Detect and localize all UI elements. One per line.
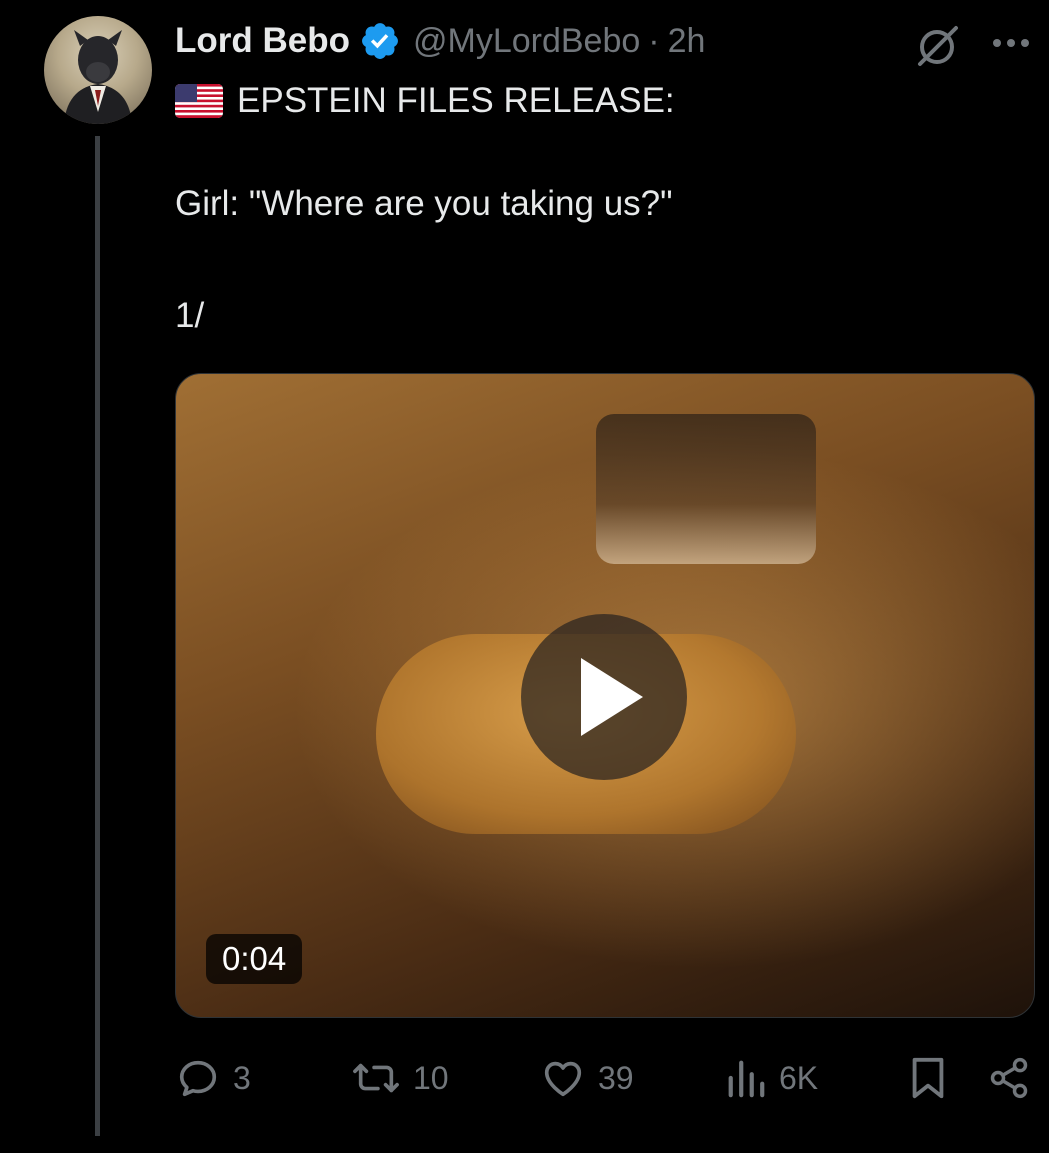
tweet-header: Lord Bebo @MyLordBebo · 2h xyxy=(175,18,705,64)
heart-icon xyxy=(544,1061,582,1097)
video-duration: 0:04 xyxy=(206,934,303,984)
reply-icon xyxy=(179,1060,217,1097)
repost-icon xyxy=(353,1063,399,1093)
separator-dot: · xyxy=(648,21,660,60)
repost-button[interactable]: 10 xyxy=(351,1052,449,1104)
video-thumbnail-background xyxy=(596,414,816,564)
play-button[interactable] xyxy=(521,614,687,780)
repost-count: 10 xyxy=(413,1059,449,1096)
handle[interactable]: @MyLordBebo xyxy=(413,22,640,61)
thread-line xyxy=(95,136,100,1136)
share-button[interactable] xyxy=(987,1052,1031,1104)
bookmark-icon xyxy=(912,1057,944,1099)
like-button[interactable]: 39 xyxy=(540,1052,634,1104)
reply-button[interactable]: 3 xyxy=(175,1052,251,1104)
tweet-text-line-2: Girl: "Where are you taking us?" xyxy=(175,184,673,223)
verified-badge-icon[interactable] xyxy=(359,20,401,62)
avatar[interactable] xyxy=(44,16,152,124)
display-name[interactable]: Lord Bebo xyxy=(175,21,350,61)
views-count: 6K xyxy=(779,1059,819,1096)
action-bar: 3 10 39 6K xyxy=(175,1052,1035,1104)
share-icon xyxy=(990,1057,1028,1099)
play-icon xyxy=(581,658,643,736)
views-button[interactable]: 6K xyxy=(725,1052,818,1104)
timestamp[interactable]: 2h xyxy=(668,22,706,61)
more-options-icon[interactable] xyxy=(990,28,1032,58)
tweet-text-line-1: EPSTEIN FILES RELEASE: xyxy=(175,78,675,124)
tweet-text-headline: EPSTEIN FILES RELEASE: xyxy=(237,81,675,120)
reply-count: 3 xyxy=(233,1059,251,1096)
video-player[interactable]: 0:04 xyxy=(175,373,1035,1018)
bookmark-button[interactable] xyxy=(908,1052,948,1104)
grok-icon[interactable] xyxy=(912,22,962,68)
us-flag-icon xyxy=(175,84,223,118)
like-count: 39 xyxy=(598,1059,634,1096)
avatar-portrait-icon xyxy=(64,30,132,124)
views-chart-icon xyxy=(728,1060,765,1098)
tweet-text-line-3: 1/ xyxy=(175,296,205,335)
